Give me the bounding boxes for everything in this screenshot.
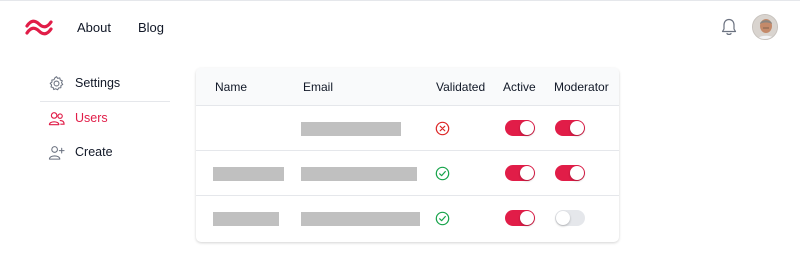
users-table: Name Email Validated Active Moderator xyxy=(196,68,619,242)
table-row xyxy=(196,106,619,151)
active-toggle[interactable] xyxy=(505,120,535,136)
gear-icon xyxy=(49,76,64,91)
table-header: Name Email Validated Active Moderator xyxy=(196,68,619,106)
redacted-email xyxy=(301,167,417,181)
wave-logo-icon[interactable] xyxy=(25,18,53,38)
sidebar-item-label: Users xyxy=(75,111,108,125)
table-row xyxy=(196,196,619,241)
sidebar-item-label: Create xyxy=(75,145,113,159)
sidebar-item-create[interactable]: Create xyxy=(40,136,172,170)
redacted-name xyxy=(213,167,284,181)
top-navbar: About Blog xyxy=(0,1,800,53)
users-icon xyxy=(48,112,65,126)
active-toggle[interactable] xyxy=(505,210,535,226)
sidebar-item-settings[interactable]: Settings xyxy=(40,67,172,101)
nav-blog-link[interactable]: Blog xyxy=(138,20,164,35)
moderator-toggle[interactable] xyxy=(555,120,585,136)
column-header-moderator[interactable]: Moderator xyxy=(554,80,609,94)
redacted-name xyxy=(213,212,279,226)
user-plus-icon xyxy=(48,146,65,160)
sidebar-item-users[interactable]: Users xyxy=(40,102,172,136)
sidebar: Settings Users Create xyxy=(40,67,172,170)
moderator-toggle[interactable] xyxy=(555,165,585,181)
table-row xyxy=(196,151,619,196)
validated-check-icon xyxy=(435,211,450,226)
active-toggle[interactable] xyxy=(505,165,535,181)
nav-about-link[interactable]: About xyxy=(77,20,111,35)
bell-icon[interactable] xyxy=(720,17,738,37)
column-header-validated[interactable]: Validated xyxy=(436,80,485,94)
moderator-toggle[interactable] xyxy=(555,210,585,226)
redacted-email xyxy=(301,212,420,226)
validated-check-icon xyxy=(435,166,450,181)
column-header-name[interactable]: Name xyxy=(215,80,247,94)
column-header-email[interactable]: Email xyxy=(303,80,333,94)
user-avatar[interactable] xyxy=(752,14,778,40)
not-validated-icon xyxy=(435,121,450,136)
sidebar-item-label: Settings xyxy=(75,76,121,90)
column-header-active[interactable]: Active xyxy=(503,80,536,94)
redacted-email xyxy=(301,122,401,136)
